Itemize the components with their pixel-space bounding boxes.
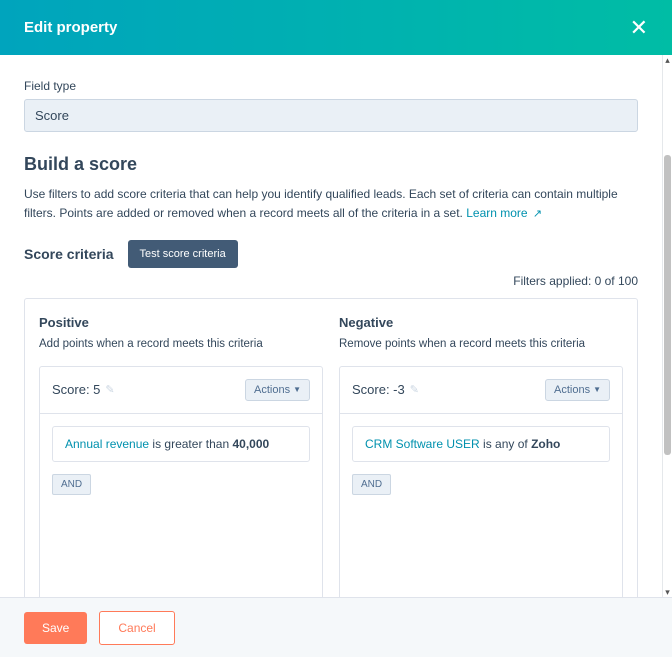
modal-header: Edit property ✕ xyxy=(0,0,672,55)
save-button[interactable]: Save xyxy=(24,612,87,644)
modal-footer: Save Cancel xyxy=(0,597,672,657)
modal-title: Edit property xyxy=(24,19,117,36)
positive-filter[interactable]: Annual revenue is greater than 40,000 xyxy=(52,426,310,462)
negative-desc: Remove points when a record meets this c… xyxy=(339,338,623,350)
field-type-label: Field type xyxy=(24,79,638,93)
negative-panel: Negative Remove points when a record mee… xyxy=(339,315,623,597)
positive-panel: Positive Add points when a record meets … xyxy=(39,315,323,597)
build-score-desc: Use filters to add score criteria that c… xyxy=(24,185,638,224)
negative-title: Negative xyxy=(339,315,623,330)
positive-filter-value: 40,000 xyxy=(232,437,269,451)
scrollbar-thumb[interactable] xyxy=(664,155,671,455)
field-type-value: Score xyxy=(24,99,638,132)
positive-filter-field: Annual revenue xyxy=(65,437,149,451)
positive-and-button[interactable]: AND xyxy=(52,474,91,495)
negative-score-card: Score: -3 ✎ Actions ▼ CRM Software USER … xyxy=(339,366,623,597)
criteria-panels: Positive Add points when a record meets … xyxy=(24,298,638,597)
scrollbar[interactable]: ▴ ▾ xyxy=(663,55,672,597)
close-icon[interactable]: ✕ xyxy=(630,17,648,39)
score-criteria-row: Score criteria Test score criteria xyxy=(24,240,638,268)
positive-score-value: Score: 5 ✎ xyxy=(52,382,115,397)
score-criteria-label: Score criteria xyxy=(24,246,114,262)
negative-and-button[interactable]: AND xyxy=(352,474,391,495)
learn-more-link[interactable]: Learn more ↗ xyxy=(466,206,542,220)
chevron-down-icon: ▼ xyxy=(293,385,301,394)
scroll-down-icon[interactable]: ▾ xyxy=(663,587,672,597)
positive-score-card: Score: 5 ✎ Actions ▼ Annual revenue is g… xyxy=(39,366,323,597)
filters-applied-count: Filters applied: 0 of 100 xyxy=(24,274,638,288)
positive-title: Positive xyxy=(39,315,323,330)
pencil-icon[interactable]: ✎ xyxy=(105,383,114,396)
negative-score-body: CRM Software USER is any of Zoho AND xyxy=(340,414,622,507)
negative-score-value: Score: -3 ✎ xyxy=(352,382,419,397)
negative-filter-op: is any of xyxy=(480,437,531,451)
build-score-title: Build a score xyxy=(24,154,638,175)
negative-filter[interactable]: CRM Software USER is any of Zoho xyxy=(352,426,610,462)
modal-content: Field type Score Build a score Use filte… xyxy=(0,55,663,597)
positive-score-body: Annual revenue is greater than 40,000 AN… xyxy=(40,414,322,507)
external-link-icon: ↗ xyxy=(533,208,542,220)
negative-filter-value: Zoho xyxy=(531,437,560,451)
pencil-icon[interactable]: ✎ xyxy=(410,383,419,396)
negative-score-head: Score: -3 ✎ Actions ▼ xyxy=(340,367,622,414)
chevron-down-icon: ▼ xyxy=(593,385,601,394)
positive-score-head: Score: 5 ✎ Actions ▼ xyxy=(40,367,322,414)
test-score-criteria-button[interactable]: Test score criteria xyxy=(128,240,238,268)
positive-desc: Add points when a record meets this crit… xyxy=(39,338,323,350)
positive-actions-button[interactable]: Actions ▼ xyxy=(245,379,310,401)
positive-filter-op: is greater than xyxy=(149,437,232,451)
negative-actions-button[interactable]: Actions ▼ xyxy=(545,379,610,401)
negative-filter-field: CRM Software USER xyxy=(365,437,480,451)
scroll-up-icon[interactable]: ▴ xyxy=(663,55,672,65)
cancel-button[interactable]: Cancel xyxy=(99,611,174,645)
